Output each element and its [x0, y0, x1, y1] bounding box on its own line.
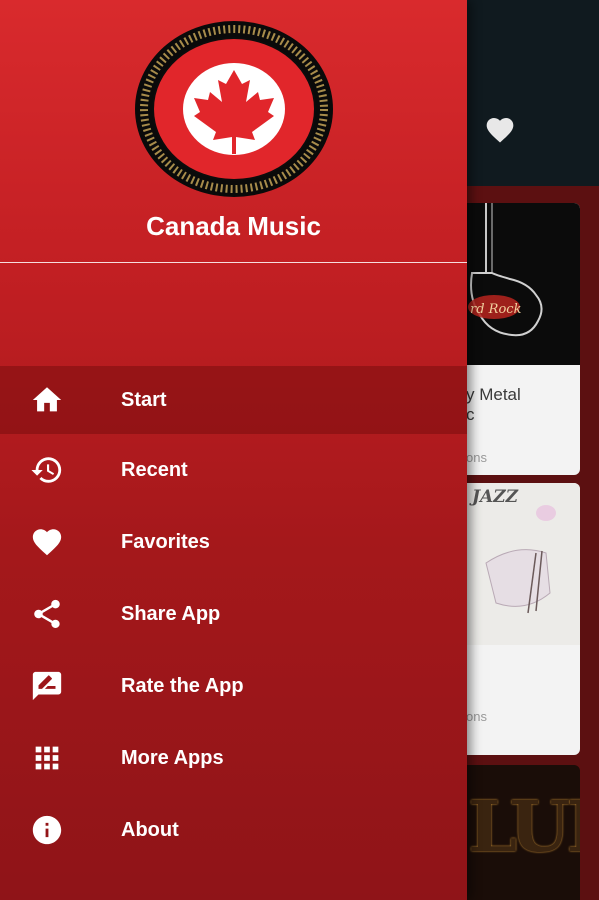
- menu-item-label: Rate the App: [121, 674, 244, 697]
- station-title: y Metal: [466, 385, 521, 404]
- station-title-line2: c: [466, 405, 475, 424]
- menu-item-label: Recent: [121, 458, 188, 481]
- menu-item-start[interactable]: Start: [0, 366, 467, 434]
- svg-text:rd Rock: rd Rock: [470, 302, 522, 317]
- menu-item-label: About: [121, 818, 179, 841]
- app-title: Canada Music: [146, 211, 321, 241]
- apps-grid-icon: [30, 741, 64, 775]
- drawer-header: Canada Music: [0, 0, 467, 263]
- station-card[interactable]: rd Rock y Metal c ons: [466, 203, 580, 475]
- menu-item-rate-the-app[interactable]: Rate the App: [0, 650, 467, 722]
- navigation-drawer: Canada Music Start Recent Favorites Shar…: [0, 0, 467, 900]
- info-icon: [30, 813, 64, 847]
- station-card[interactable]: LUES: [466, 765, 580, 900]
- sketch-artwork-icon: [485, 505, 556, 614]
- menu-item-about[interactable]: About: [0, 794, 467, 866]
- station-artwork: rd Rock: [466, 203, 580, 365]
- share-icon: [30, 597, 64, 631]
- menu-item-label: Favorites: [121, 530, 210, 553]
- home-icon: [30, 383, 64, 417]
- station-card[interactable]: JAZZ ons: [466, 483, 580, 755]
- favorite-heart-icon[interactable]: [483, 114, 517, 146]
- station-artwork: JAZZ: [466, 483, 580, 645]
- menu-item-more-apps[interactable]: More Apps: [0, 722, 467, 794]
- menu-item-label: Share App: [121, 602, 221, 625]
- station-subtitle: ons: [466, 709, 487, 724]
- menu-item-share-app[interactable]: Share App: [0, 578, 467, 650]
- heart-icon: [30, 525, 64, 559]
- guitar-artwork-icon: rd Rock: [468, 203, 543, 337]
- drawer-menu: Start Recent Favorites Share App Rate th…: [0, 366, 467, 866]
- blues-art-text: LUES: [468, 785, 580, 868]
- station-subtitle: ons: [466, 450, 487, 465]
- rate-review-icon: [30, 669, 64, 703]
- menu-item-favorites[interactable]: Favorites: [0, 506, 467, 578]
- history-icon: [30, 453, 64, 487]
- maple-leaf-icon: [135, 21, 333, 197]
- menu-item-label: Start: [121, 388, 167, 411]
- menu-item-label: More Apps: [121, 746, 224, 769]
- menu-item-recent[interactable]: Recent: [0, 434, 467, 506]
